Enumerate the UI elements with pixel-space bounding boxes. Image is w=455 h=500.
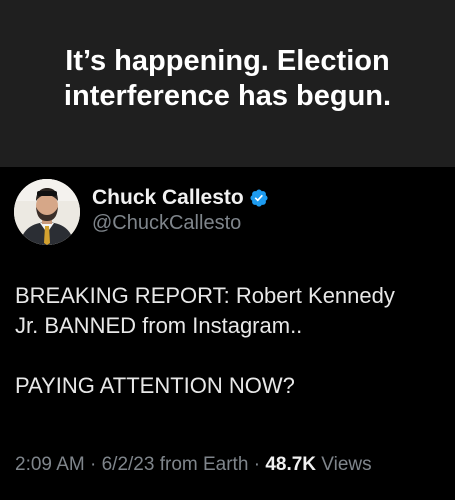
avatar-photo-icon — [14, 179, 80, 245]
caption-text: It’s happening. Election interference ha… — [64, 44, 391, 114]
tweet-card: Chuck Callesto @ChuckCallesto BREAKING R… — [0, 167, 455, 500]
views-count[interactable]: 48.7K — [265, 454, 316, 475]
meme-caption: It’s happening. Election interference ha… — [0, 0, 455, 167]
tweet-date[interactable]: 6/2/23 — [102, 454, 155, 475]
tweet-text: BREAKING REPORT: Robert Kennedy Jr. BANN… — [15, 281, 445, 401]
views-label: Views — [316, 454, 372, 475]
tweet-text-line-1: BREAKING REPORT: Robert Kennedy — [15, 283, 395, 308]
caption-line-1: It’s happening. Election — [65, 44, 390, 77]
tweet-text-line-3: PAYING ATTENTION NOW? — [15, 373, 295, 398]
tweet-meta: 2:09 AM · 6/2/23 from Earth · 48.7K View… — [15, 454, 372, 476]
meta-separator: · — [84, 454, 102, 475]
author-handle[interactable]: @ChuckCallesto — [92, 212, 269, 235]
verified-badge-icon — [250, 189, 268, 207]
avatar[interactable] — [14, 179, 80, 245]
tweet-source: from Earth — [154, 454, 249, 475]
tweet-header: Chuck Callesto @ChuckCallesto — [14, 179, 269, 245]
author-display-name[interactable]: Chuck Callesto — [92, 186, 244, 210]
meta-separator: · — [248, 454, 266, 475]
tweet-time[interactable]: 2:09 AM — [15, 454, 85, 475]
caption-line-2: interference has begun. — [63, 79, 392, 112]
tweet-text-line-2: Jr. BANNED from Instagram.. — [15, 313, 303, 338]
name-row: Chuck Callesto — [92, 186, 269, 210]
author-block: Chuck Callesto @ChuckCallesto — [92, 186, 269, 235]
